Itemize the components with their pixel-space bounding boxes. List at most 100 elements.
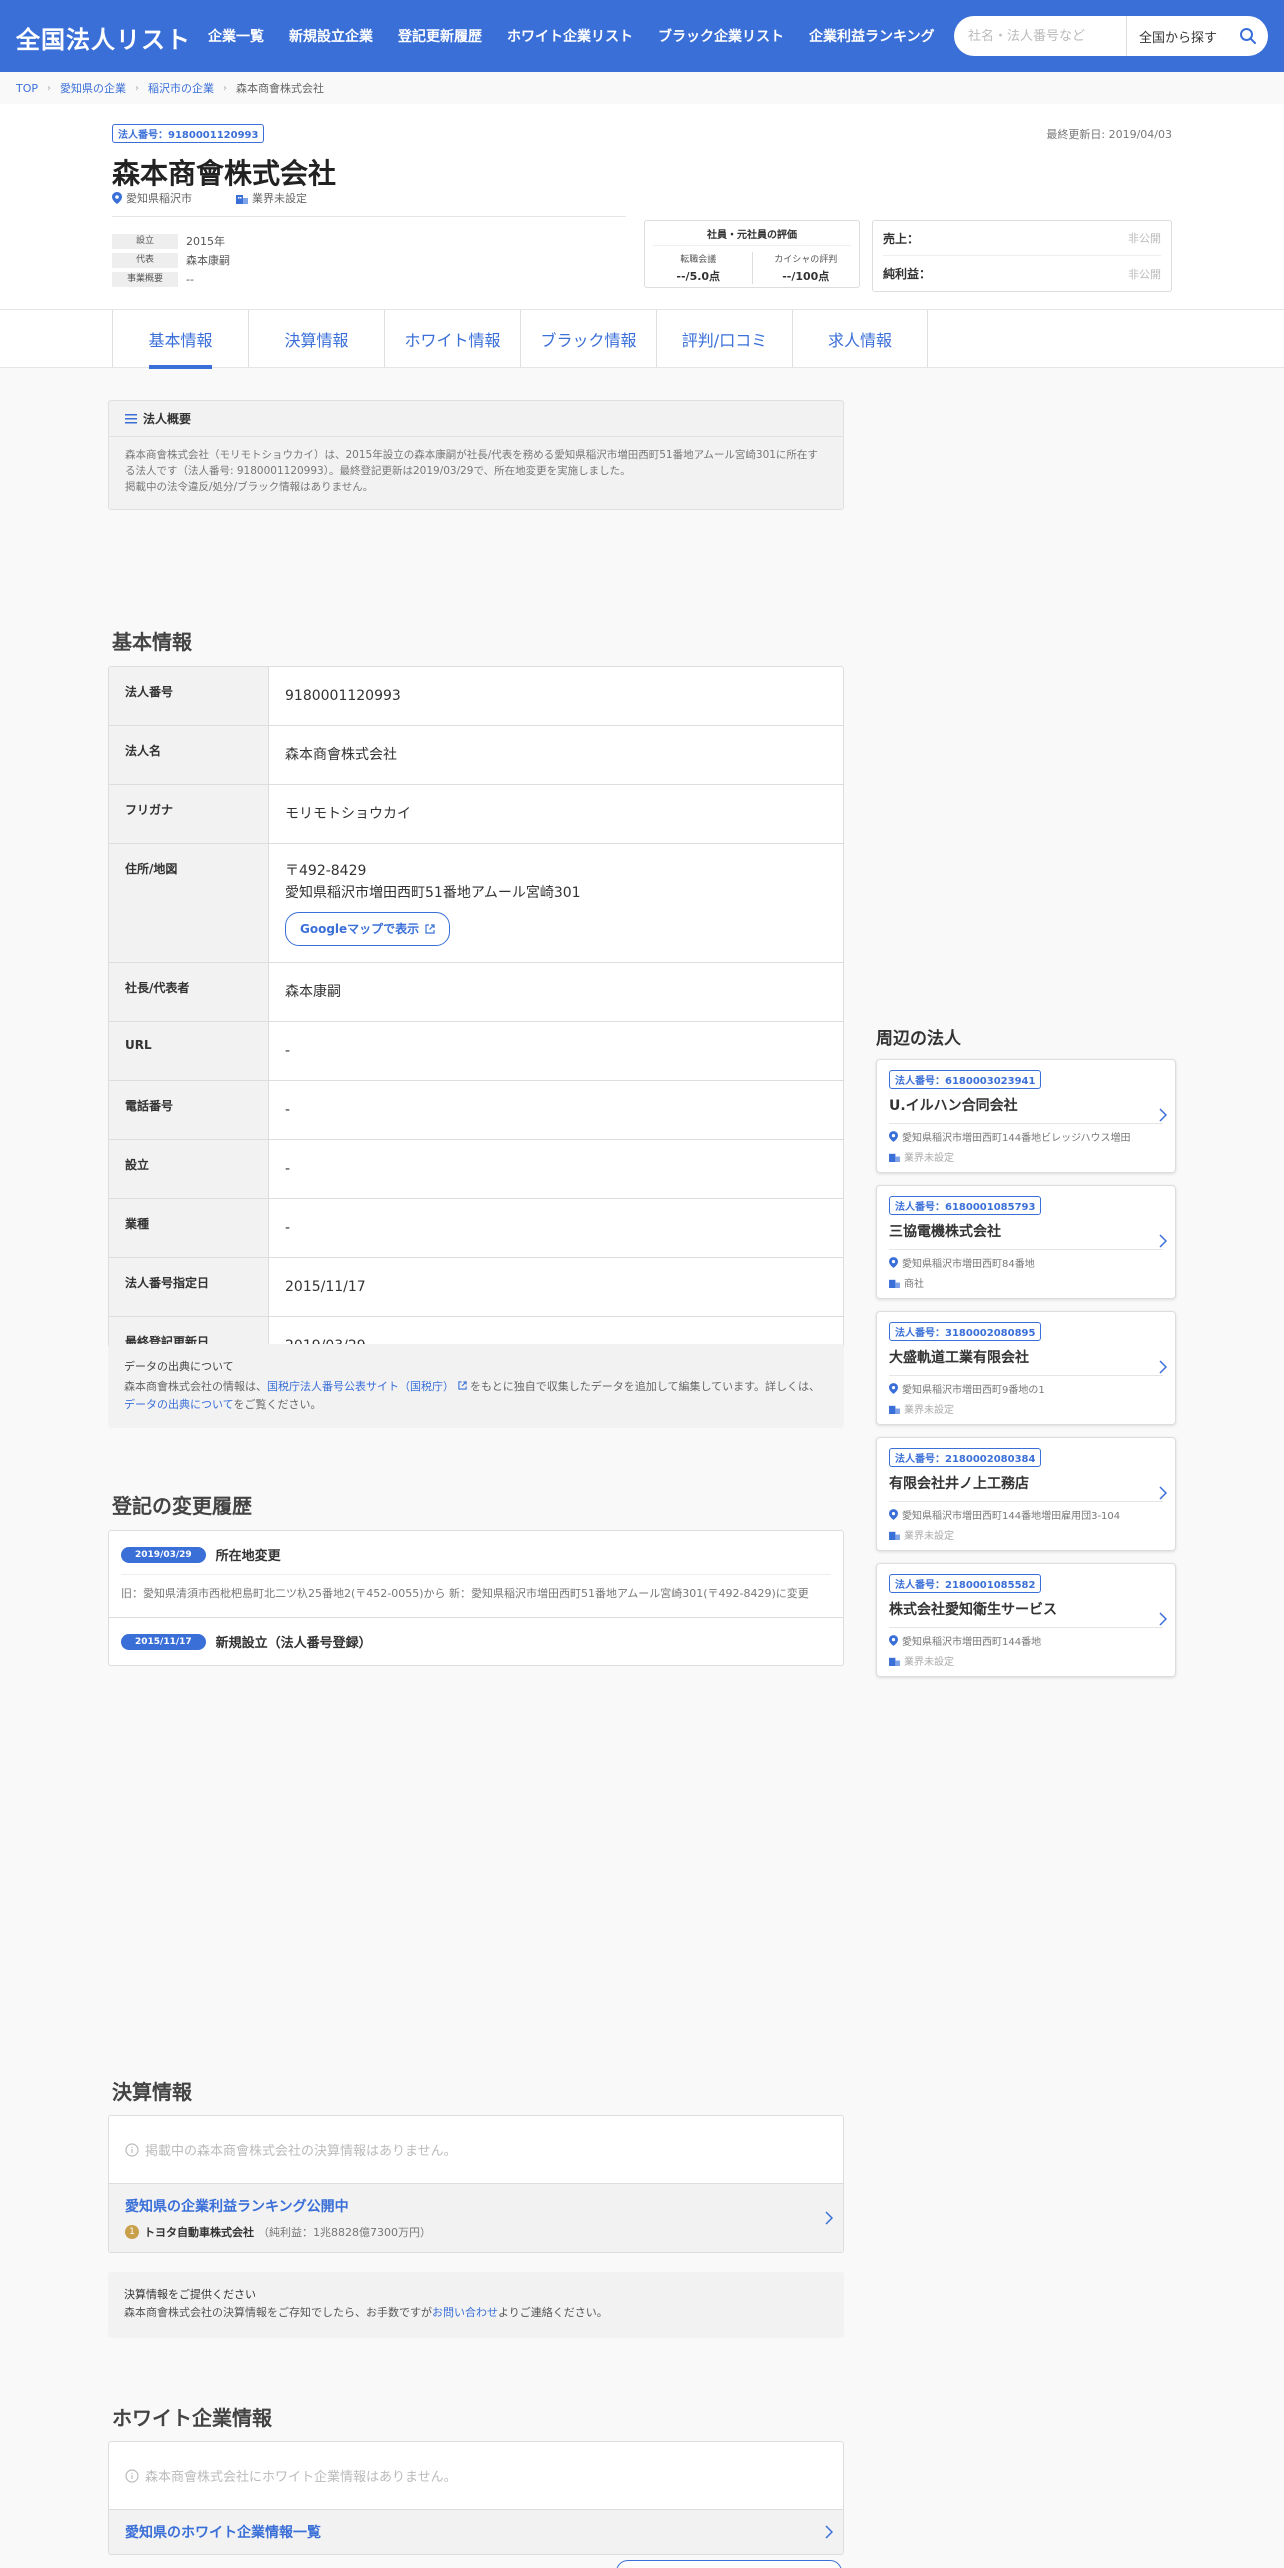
main-nav: 企業一覧 新規設立企業 登記更新履歴 ホワイト企業リスト ブラック企業リスト 企… [208,0,960,72]
search-bar: 全国から探す [954,16,1268,56]
chevron-right-icon [1159,1486,1167,1500]
table-row: 電話番号 - [109,1081,843,1140]
white-empty-text: 森本商會株式会社にホワイト企業情報はありません。 [145,2470,457,2485]
row-label: 住所/地図 [109,844,269,962]
chevron-right-icon [1159,1360,1167,1374]
industry-text: 業界未設定 [904,1657,954,1668]
history-event: 所在地変更 [215,1549,281,1564]
evaluation-score: --/100点 [782,270,830,283]
fact-label: 事業概要 [112,271,178,287]
breadcrumb-city[interactable]: 稲沢市の企業 [148,80,214,96]
nearby-industry: 業界未設定 [889,1149,1151,1164]
row-label: URL [109,1022,269,1080]
tab-reviews[interactable]: 評判/口コミ [656,310,792,368]
contact-link[interactable]: お問い合わせ [432,2306,498,2319]
building-icon [889,1531,900,1540]
financial-label: 売上： [883,231,920,246]
company-name: 森本商會株式会社 [112,157,337,190]
source-text: をご覧ください。 [233,1398,322,1411]
breadcrumb-top[interactable]: TOP [16,82,38,95]
nearby-industry: 業界未設定 [889,1653,1151,1668]
evaluation-label: カイシャの評判 [774,255,838,265]
history-date: 2015/11/17 [121,1633,206,1650]
nearby-company-card[interactable]: 法人番号：3180002080895 大盛軌道工業有限会社 愛知県稲沢市増田西町… [876,1311,1176,1425]
company-header: 法人番号：9180001120993 最終更新日: 2019/04/03 森本商… [0,104,1284,310]
evaluation-tenshoku[interactable]: 転職会議 --/5.0点 [645,252,753,284]
fact-representative: 代表 森本康嗣 [112,251,230,269]
financial-sales: 売上： 非公開 [883,221,1161,256]
more-button[interactable] [616,2560,842,2568]
fact-label: 設立 [112,233,178,249]
chevron-right-icon: › [135,82,140,94]
nearby-company-name: 三協電機株式会社 [889,1221,1163,1250]
external-link-icon [457,1381,467,1390]
breadcrumb: TOP › 愛知県の企業 › 稲沢市の企業 › 森本商會株式会社 [16,80,324,96]
nav-profit-ranking[interactable]: 企業利益ランキング [809,26,935,46]
breadcrumb-prefecture[interactable]: 愛知県の企業 [60,80,126,96]
industry-text: 業界未設定 [904,1531,954,1542]
row-value: 〒492-8429 愛知県稲沢市増田西町51番地アムール宮崎301 Google… [269,844,843,962]
map-pin-icon [889,1383,898,1394]
company-location-text: 愛知県稲沢市 [126,192,192,205]
address-text: 愛知県稲沢市増田西町9番地の1 [902,1385,1045,1396]
chevron-right-icon: › [47,82,52,94]
history-title: 登記の変更履歴 [112,1494,252,1518]
chevron-right-icon [825,2525,833,2539]
tab-black-info[interactable]: ブラック情報 [520,310,656,368]
search-region-select[interactable]: 全国から探す [1127,27,1229,46]
chevron-right-icon [825,2211,833,2225]
history-event: 新規設立（法人番号登録） [215,1636,372,1651]
row-value: - [285,1161,291,1177]
source-info-link[interactable]: データの出典について [124,1398,233,1411]
breadcrumb-current: 森本商會株式会社 [236,82,325,95]
list-item: 2019/03/29 所在地変更 旧：愛知県清須市西枇杷島町北二ツ杁25番地2(… [109,1531,843,1618]
google-map-button[interactable]: Googleマップで表示 [285,912,451,946]
nearby-company-card[interactable]: 法人番号：2180002080384 有限会社井ノ上工務店 愛知県稲沢市増田西町… [876,1437,1176,1551]
site-logo[interactable]: 全国法人リスト [16,20,191,55]
map-pin-icon [889,1509,898,1520]
search-icon [1240,28,1257,44]
nav-black-list[interactable]: ブラック企業リスト [658,26,784,46]
evaluation-kaisha[interactable]: カイシャの評判 --/100点 [753,252,860,284]
nav-registry-updates[interactable]: 登記更新履歴 [398,26,482,46]
section-tabs: 基本情報 決算情報 ホワイト情報 ブラック情報 評判/口コミ 求人情報 [0,310,1284,369]
nav-new-companies[interactable]: 新規設立企業 [289,26,373,46]
nearby-company-card[interactable]: 法人番号：6180001085793 三協電機株式会社 愛知県稲沢市増田西町84… [876,1185,1176,1299]
address-text: 愛知県稲沢市増田西町84番地 [902,1259,1035,1270]
overview-header: 法人概要 [109,401,843,437]
table-row: 社長/代表者 森本康嗣 [109,963,843,1022]
tab-jobs[interactable]: 求人情報 [792,310,928,368]
nta-link[interactable]: 国税庁法人番号公表サイト（国税庁） [267,1380,454,1393]
settlement-request-note: 決算情報をご提供ください 森本商會株式会社の決算情報をご存知でしたら、お手数です… [108,2272,844,2338]
corporate-number-badge: 法人番号：6180003023941 [889,1070,1042,1089]
nearby-company-card[interactable]: 法人番号：2180001085582 株式会社愛知衛生サービス 愛知県稲沢市増田… [876,1563,1176,1677]
source-title: データの出典について [124,1360,234,1373]
table-row: 法人名 森本商會株式会社 [109,726,843,785]
profit-ranking-link[interactable]: 愛知県の企業利益ランキング公開中 1 トヨタ自動車株式会社 （純利益：1兆882… [109,2184,843,2252]
nearby-company-name: 大盛軌道工業有限会社 [889,1347,1163,1376]
address-text: 愛知県稲沢市増田西町144番地増田雇用団3-104 [902,1511,1121,1522]
tab-financials[interactable]: 決算情報 [248,310,384,368]
fact-value: 森本康嗣 [186,254,230,267]
tab-basic-info[interactable]: 基本情報 [112,310,248,369]
nav-company-list[interactable]: 企業一覧 [208,26,264,46]
evaluation-label: 転職会議 [680,255,717,265]
table-row: 業種 - [109,1199,843,1258]
white-box: 森本商會株式会社にホワイト企業情報はありません。 愛知県のホワイト企業情報一覧 [108,2441,844,2555]
last-updated: 最終更新日: 2019/04/03 [1046,128,1172,141]
search-input[interactable] [968,28,1126,44]
nearby-company-card[interactable]: 法人番号：6180003023941 U.イルハン合同会社 愛知県稲沢市増田西町… [876,1059,1176,1173]
table-row: 設立 - [109,1140,843,1199]
overview-title: 法人概要 [143,412,192,426]
row-label: 社長/代表者 [109,963,269,1021]
row-value: 2015/11/17 [285,1279,366,1295]
industry-text: 業界未設定 [904,1153,954,1164]
search-button[interactable] [1229,16,1268,56]
company-overview: 法人概要 森本商會株式会社（モリモトショウカイ）は、2015年設立の森本康嗣が社… [108,400,844,510]
nav-white-list[interactable]: ホワイト企業リスト [507,26,633,46]
white-list-link[interactable]: 愛知県のホワイト企業情報一覧 [109,2510,843,2554]
row-label: 設立 [109,1140,269,1198]
list-icon [125,413,137,423]
tab-white-info[interactable]: ホワイト情報 [384,310,520,368]
nearby-title: 周辺の法人 [876,1029,961,1049]
